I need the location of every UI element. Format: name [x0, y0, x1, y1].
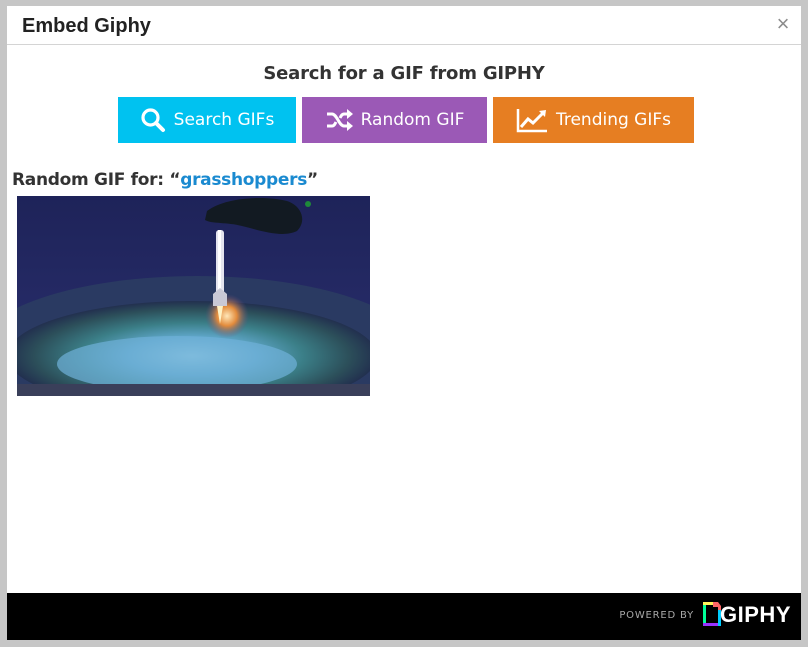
search-gifs-label: Search GIFs: [173, 110, 275, 130]
giphy-logo-icon: [703, 602, 721, 626]
modal-footer: POWERED BY GIPHY: [7, 593, 801, 640]
random-gif-prefix: Random GIF for: “: [12, 170, 181, 190]
random-gif-label: Random GIF: [360, 110, 465, 130]
modal-header: Embed Giphy ×: [7, 6, 801, 45]
gif-preview[interactable]: [17, 196, 370, 396]
search-term: grasshoppers: [180, 170, 308, 190]
modal-title: Embed Giphy: [22, 15, 151, 37]
random-gif-caption: Random GIF for: “grasshoppers”: [12, 170, 318, 190]
trending-gifs-button[interactable]: Trending GIFs: [493, 97, 694, 143]
search-gifs-button[interactable]: Search GIFs: [118, 97, 296, 143]
close-button[interactable]: ×: [772, 12, 794, 36]
giphy-wordmark: GIPHY: [720, 602, 791, 627]
rocket-landing-image: [17, 196, 370, 396]
search-heading: Search for a GIF from GIPHY: [263, 63, 545, 84]
trending-chart-icon: [516, 109, 547, 133]
trending-gifs-label: Trending GIFs: [555, 110, 672, 130]
search-icon: [141, 108, 165, 132]
shuffle-icon: [326, 109, 353, 131]
random-gif-button[interactable]: Random GIF: [302, 97, 487, 143]
powered-by-label: POWERED BY: [619, 610, 694, 621]
random-gif-suffix: ”: [307, 170, 318, 190]
embed-giphy-modal: Embed Giphy × Search for a GIF from GIPH…: [0, 0, 808, 647]
